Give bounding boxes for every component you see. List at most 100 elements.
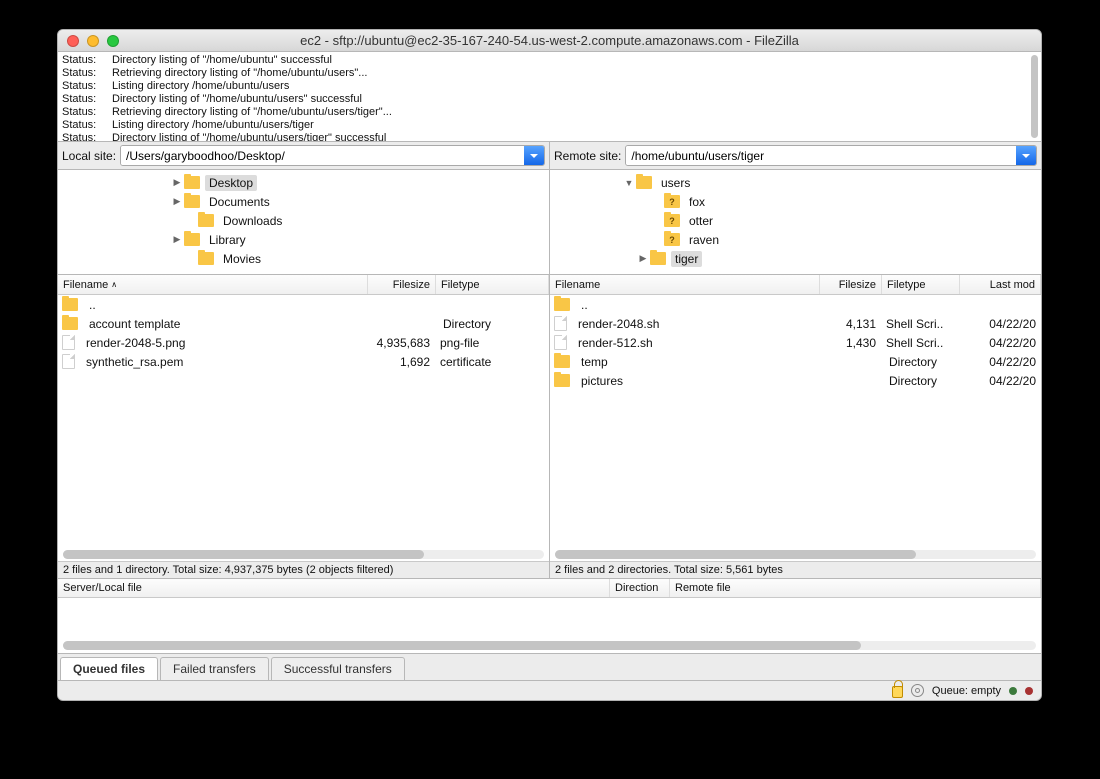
list-item[interactable]: synthetic_rsa.pem1,692certificate [58,352,549,371]
tab-queued[interactable]: Queued files [60,657,158,680]
cell-filesize: 4,131 [819,317,881,331]
tree-item[interactable]: ▶ tiger [550,249,1041,268]
tree-item[interactable]: Downloads [58,211,549,230]
scrollbar-horizontal[interactable] [555,550,1036,559]
col-filetype[interactable]: Filetype [882,275,960,294]
cell-filetype: png-file [435,336,535,350]
disclosure-triangle-icon[interactable]: ▶ [170,196,184,207]
folder-icon [554,298,570,311]
local-path-pane: Local site: [58,142,550,169]
log-message: Directory listing of "/home/ubuntu/users… [112,93,362,106]
list-item[interactable]: account templateDirectory [58,314,549,333]
col-filename[interactable]: Filename [550,275,820,294]
minimize-icon[interactable] [87,35,99,47]
tree-item-label: Movies [219,251,265,267]
disclosure-triangle-icon[interactable]: ▼ [622,178,636,188]
file-icon [62,354,75,369]
tree-bar: ▶Desktop▶DocumentsDownloads ▶ Library Movie… [58,170,1041,275]
col-lastmod[interactable]: Last mod [960,275,1041,294]
file-icon [554,316,567,331]
remote-site-combo[interactable] [625,145,1037,166]
folder-icon [198,252,214,265]
transfer-queue[interactable] [58,598,1041,653]
cell-filename: pictures [576,374,822,388]
tree-item[interactable]: raven [550,230,1041,249]
window-title: ec2 - sftp://ubuntu@ec2-35-167-240-54.us… [58,33,1041,48]
cell-filetype: Directory [884,374,962,388]
log-status-label: Status: [62,80,112,93]
gear-icon[interactable] [911,684,924,697]
remote-list-body[interactable]: .. render-2048.sh4,131Shell Scri..04/22/2… [550,295,1041,547]
tree-item-label: fox [685,194,709,210]
local-columns[interactable]: Filename∧ Filesize Filetype [58,275,549,295]
titlebar[interactable]: ec2 - sftp://ubuntu@ec2-35-167-240-54.us… [58,30,1041,52]
folder-icon [664,233,680,246]
list-item[interactable]: temp Directory04/22/20 [550,352,1041,371]
local-tree[interactable]: ▶Desktop▶DocumentsDownloads ▶ Library Movie… [58,170,550,274]
file-icon [554,335,567,350]
queue-columns[interactable]: Server/Local file Direction Remote file [58,578,1041,598]
sort-asc-icon: ∧ [111,280,117,289]
col-filesize[interactable]: Filesize [368,275,436,294]
list-item[interactable]: render-512.sh1,430Shell Scri..04/22/20 [550,333,1041,352]
log-status-label: Status: [62,93,112,106]
scrollbar-horizontal[interactable] [63,550,544,559]
lock-icon[interactable] [892,686,903,698]
tree-item-label: Library [205,232,250,248]
log-status-label: Status: [62,67,112,80]
cell-lastmod: 04/22/20 [962,355,1041,369]
cell-filetype: Shell Scri.. [881,336,959,350]
tree-item-label: tiger [671,251,702,267]
folder-icon [198,214,214,227]
scrollbar-vertical[interactable] [1031,55,1038,138]
tree-item[interactable]: ▶Desktop [58,173,549,192]
cell-filetype: Directory [884,355,962,369]
list-item[interactable]: render-2048.sh4,131Shell Scri..04/22/20 [550,314,1041,333]
window-controls [58,35,119,47]
local-site-input[interactable] [121,146,524,165]
log-message: Retrieving directory listing of "/home/u… [112,67,367,80]
message-log[interactable]: Status:Directory listing of "/home/ubunt… [58,52,1041,142]
tree-item[interactable]: ▼users [550,173,1041,192]
tree-item[interactable]: otter [550,211,1041,230]
tree-item[interactable]: ▶ Library [58,230,549,249]
remote-site-input[interactable] [626,146,1016,165]
scrollbar-horizontal[interactable] [63,641,1036,650]
folder-icon [636,176,652,189]
folder-icon [184,233,200,246]
col-server-local[interactable]: Server/Local file [58,579,610,597]
remote-file-list: Filename Filesize Filetype Last mod .. re… [550,275,1041,578]
disclosure-triangle-icon[interactable]: ▶ [170,234,184,245]
col-remote-file[interactable]: Remote file [670,579,1041,597]
tree-item[interactable]: Movies [58,249,549,268]
col-filesize[interactable]: Filesize [820,275,882,294]
list-item[interactable]: render-2048-5.png4,935,683png-file [58,333,549,352]
log-message: Listing directory /home/ubuntu/users [112,80,289,93]
local-file-list: Filename∧ Filesize Filetype ..account te… [58,275,550,578]
remote-columns[interactable]: Filename Filesize Filetype Last mod [550,275,1041,295]
local-site-combo[interactable] [120,145,545,166]
col-filetype[interactable]: Filetype [436,275,549,294]
col-direction[interactable]: Direction [610,579,670,597]
disclosure-triangle-icon[interactable]: ▶ [636,253,650,264]
chevron-down-icon[interactable] [1016,146,1036,165]
disclosure-triangle-icon[interactable]: ▶ [170,177,184,188]
cell-filename: temp [576,355,822,369]
local-list-body[interactable]: ..account templateDirectoryrender-2048-5… [58,295,549,547]
list-item[interactable]: .. [550,295,1041,314]
tree-item[interactable]: fox [550,192,1041,211]
queue-tabs: Queued files Failed transfers Successful… [58,653,1041,680]
remote-tree[interactable]: ▼users fox otterraven ▶ tiger [550,170,1041,274]
tab-failed[interactable]: Failed transfers [160,657,269,680]
list-item[interactable]: picturesDirectory04/22/20 [550,371,1041,390]
col-filename[interactable]: Filename [63,279,108,291]
folder-icon [62,298,78,311]
list-item[interactable]: .. [58,295,549,314]
tree-item-label: otter [685,213,717,229]
tab-success[interactable]: Successful transfers [271,657,405,680]
chevron-down-icon[interactable] [524,146,544,165]
cell-filename: .. [576,298,822,312]
tree-item[interactable]: ▶Documents [58,192,549,211]
close-icon[interactable] [67,35,79,47]
zoom-icon[interactable] [107,35,119,47]
